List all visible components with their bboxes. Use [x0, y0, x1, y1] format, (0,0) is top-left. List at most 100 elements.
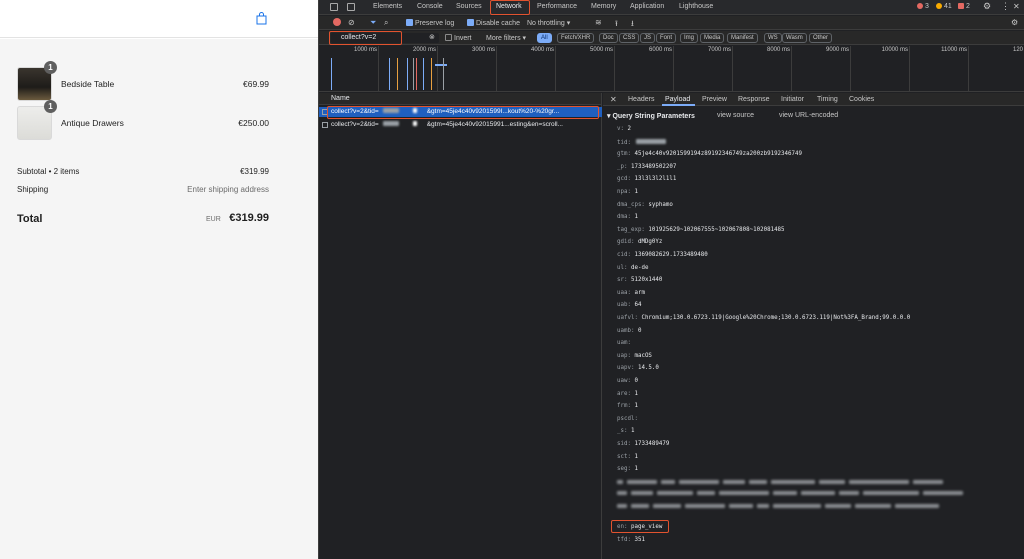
param-row: uap: macOS — [617, 352, 652, 359]
timeline-overview[interactable]: 1000 ms 2000 ms 3000 ms 4000 ms 5000 ms … — [319, 46, 1024, 92]
wifi-icon[interactable]: ≋ — [595, 18, 602, 27]
param-row: uamb: 0 — [617, 327, 642, 334]
inspect-icon[interactable] — [330, 3, 338, 11]
param-row: tag_exp: 101925629~102067555~102067808~1… — [617, 226, 785, 233]
timeline-tick: 5000 ms — [589, 47, 613, 53]
param-row: gdid: dMDg0Yz — [617, 239, 663, 246]
filter-chip-media[interactable]: Media — [700, 33, 725, 43]
shopping-bag-icon[interactable] — [256, 12, 267, 25]
filter-icon[interactable]: ⏷ — [370, 18, 376, 28]
tab-headers[interactable]: Headers — [628, 96, 654, 103]
filter-chip-other[interactable]: Other — [809, 33, 833, 43]
order-summary: 1 Bedside Table €69.99 1 Antique Drawers… — [0, 39, 318, 559]
total-currency: EUR — [206, 216, 221, 223]
close-detail-icon[interactable]: ✕ — [610, 95, 617, 104]
filter-chip-img[interactable]: Img — [680, 33, 699, 43]
more-options-icon[interactable]: ⋮ — [1001, 1, 1010, 12]
tab-response[interactable]: Response — [738, 96, 770, 103]
param-row: _s: 1 — [617, 428, 635, 435]
export-icon[interactable]: ⭳ — [631, 18, 634, 32]
param-row: uaa: arm — [617, 289, 645, 296]
filter-chip-doc[interactable]: Doc — [599, 33, 618, 43]
disable-cache-checkbox[interactable]: Disable cache — [467, 19, 520, 27]
clear-icon[interactable]: ⊘ — [348, 18, 355, 27]
view-url-encoded-link[interactable]: view URL-encoded — [779, 112, 838, 119]
tab-elements[interactable]: Elements — [373, 3, 402, 10]
timeline-tick: 8000 ms — [766, 47, 790, 53]
throttling-select[interactable]: No throttling ▾ — [527, 19, 570, 27]
param-row: tid: — [617, 138, 667, 146]
request-detail: ✕ Headers Payload Preview Response Initi… — [603, 93, 1024, 559]
timeline-tick: 1000 ms — [353, 47, 377, 53]
filter-chip-ws[interactable]: WS — [764, 33, 782, 43]
more-filters-dropdown[interactable]: More filters ▾ — [486, 34, 526, 42]
invert-checkbox[interactable]: Invert — [445, 34, 472, 42]
param-row: gcd: 13l3l3l2l1l1 — [617, 176, 677, 183]
search-icon[interactable]: ⌕ — [384, 18, 388, 28]
param-tfd: tfd: 351 — [617, 537, 645, 543]
total-row: Total EUR €319.99 — [17, 209, 269, 227]
network-toolbar: ⊘ ⏷ ⌕ Preserve log Disable cache No thro… — [319, 16, 1024, 30]
param-row: dma_cps: syphamo — [617, 201, 673, 208]
info-count[interactable]: 2 — [958, 3, 970, 10]
preserve-log-checkbox[interactable]: Preserve log — [406, 19, 454, 27]
detail-tabbar: ✕ Headers Payload Preview Response Initi… — [603, 93, 1024, 106]
highlight-network-tab — [490, 0, 530, 15]
list-item: 1 Antique Drawers €250.00 — [17, 100, 269, 140]
error-count[interactable]: 3 — [917, 3, 929, 10]
table-row[interactable]: collect?v=2&tid= &gtm=45je4c40v92015991..… — [319, 120, 602, 130]
shop-header — [0, 0, 318, 38]
tab-timing[interactable]: Timing — [817, 96, 838, 103]
record-icon[interactable] — [333, 18, 343, 27]
timeline-tick: 3000 ms — [471, 47, 495, 53]
tab-sources[interactable]: Sources — [456, 3, 482, 10]
close-icon[interactable]: ✕ — [1013, 2, 1020, 11]
filter-chip-css[interactable]: CSS — [619, 33, 640, 43]
filter-chip-font[interactable]: Font — [656, 33, 677, 43]
tab-application[interactable]: Application — [630, 3, 664, 10]
item-price: €69.99 — [243, 79, 269, 89]
devtools-tabbar: Elements Console Sources Network Perform… — [319, 0, 1024, 15]
total-value: €319.99 — [229, 212, 269, 224]
warning-count[interactable]: 41 — [936, 3, 952, 10]
device-toggle-icon[interactable] — [347, 3, 355, 11]
list-item: 1 Bedside Table €69.99 — [17, 61, 269, 101]
timeline-tick: 2000 ms — [412, 47, 436, 53]
param-row: v: 2 — [617, 126, 631, 132]
highlight-filter-input — [329, 31, 402, 45]
filter-chip-js[interactable]: JS — [640, 33, 656, 43]
param-row: ul: de-de — [617, 264, 649, 271]
timeline-tick: 11000 ms — [941, 47, 967, 53]
tab-initiator[interactable]: Initiator — [781, 96, 804, 103]
subtotal-label: Subtotal • 2 items — [17, 167, 80, 176]
param-row: pscdl: — [617, 415, 638, 422]
filter-chip-wasm[interactable]: Wasm — [782, 33, 807, 43]
tab-preview[interactable]: Preview — [702, 96, 727, 103]
param-row: frm: 1 — [617, 403, 638, 410]
filter-chip-manifest[interactable]: Manifest — [727, 33, 758, 43]
view-source-link[interactable]: view source — [717, 112, 754, 119]
tab-console[interactable]: Console — [417, 3, 443, 10]
item-price: €250.00 — [238, 118, 269, 128]
gear-icon[interactable]: ⚙ — [983, 1, 991, 12]
tab-payload[interactable]: Payload — [665, 96, 690, 103]
tab-lighthouse[interactable]: Lighthouse — [679, 3, 713, 10]
filter-chip-fetch-xhr[interactable]: Fetch/XHR — [557, 33, 595, 43]
param-row: gtm: 45je4c40v9201599194z89192346749za20… — [617, 151, 802, 158]
tab-cookies[interactable]: Cookies — [849, 96, 874, 103]
settings-icon[interactable]: ⚙ — [1011, 18, 1018, 27]
devtools-panel: Elements Console Sources Network Perform… — [318, 0, 1024, 559]
param-row: uaw: 0 — [617, 378, 638, 384]
timeline-tick: 9000 ms — [825, 47, 849, 53]
quantity-badge: 1 — [44, 61, 57, 74]
column-header-name[interactable]: Name — [319, 93, 601, 105]
param-row: seg: 1 — [617, 466, 638, 473]
filter-chip-all[interactable]: All — [537, 33, 552, 43]
import-icon[interactable]: ⭱ — [615, 18, 618, 32]
clear-filter-icon[interactable]: ⊗ — [429, 33, 435, 41]
issue-icon — [958, 3, 964, 9]
tab-performance[interactable]: Performance — [537, 3, 577, 10]
query-string-header[interactable]: ▾ Query String Parameters — [607, 112, 695, 120]
tab-memory[interactable]: Memory — [591, 3, 616, 10]
param-row: uab: 64 — [617, 302, 642, 309]
